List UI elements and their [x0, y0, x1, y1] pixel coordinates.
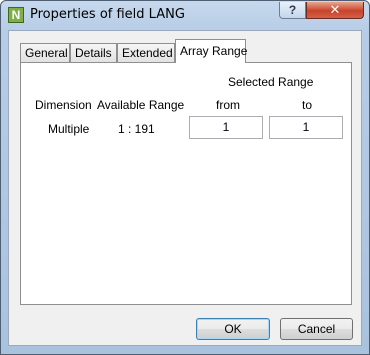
to-header: to: [302, 98, 313, 112]
close-button[interactable]: ✕: [306, 2, 364, 19]
dimension-value: Multiple: [48, 122, 90, 136]
array-range-panel: Selected Range Dimension Available Range…: [20, 62, 352, 305]
to-field[interactable]: 1: [269, 116, 343, 139]
ok-button[interactable]: OK: [196, 318, 270, 340]
cancel-button[interactable]: Cancel: [280, 318, 353, 340]
from-header: from: [216, 98, 240, 112]
app-icon: N: [8, 7, 24, 23]
dimension-header: Dimension: [35, 98, 92, 112]
from-field[interactable]: 1: [189, 116, 263, 139]
tab-extended[interactable]: Extended: [117, 43, 175, 62]
tab-array-range[interactable]: Array Range: [175, 39, 247, 63]
dialog-body: General Details Extended Array Range Sel…: [8, 30, 362, 346]
tab-details[interactable]: Details: [70, 43, 117, 62]
dialog-title: Properties of field LANG: [30, 7, 185, 22]
selected-range-heading: Selected Range: [228, 75, 314, 89]
available-range-header: Available Range: [97, 98, 185, 112]
tab-general[interactable]: General: [20, 43, 70, 62]
title-bar[interactable]: N Properties of field LANG ? ✕: [1, 1, 369, 29]
help-button[interactable]: ?: [279, 2, 306, 19]
available-range-value: 1 : 191: [118, 122, 155, 136]
properties-dialog: N Properties of field LANG ? ✕ General D…: [0, 0, 370, 355]
